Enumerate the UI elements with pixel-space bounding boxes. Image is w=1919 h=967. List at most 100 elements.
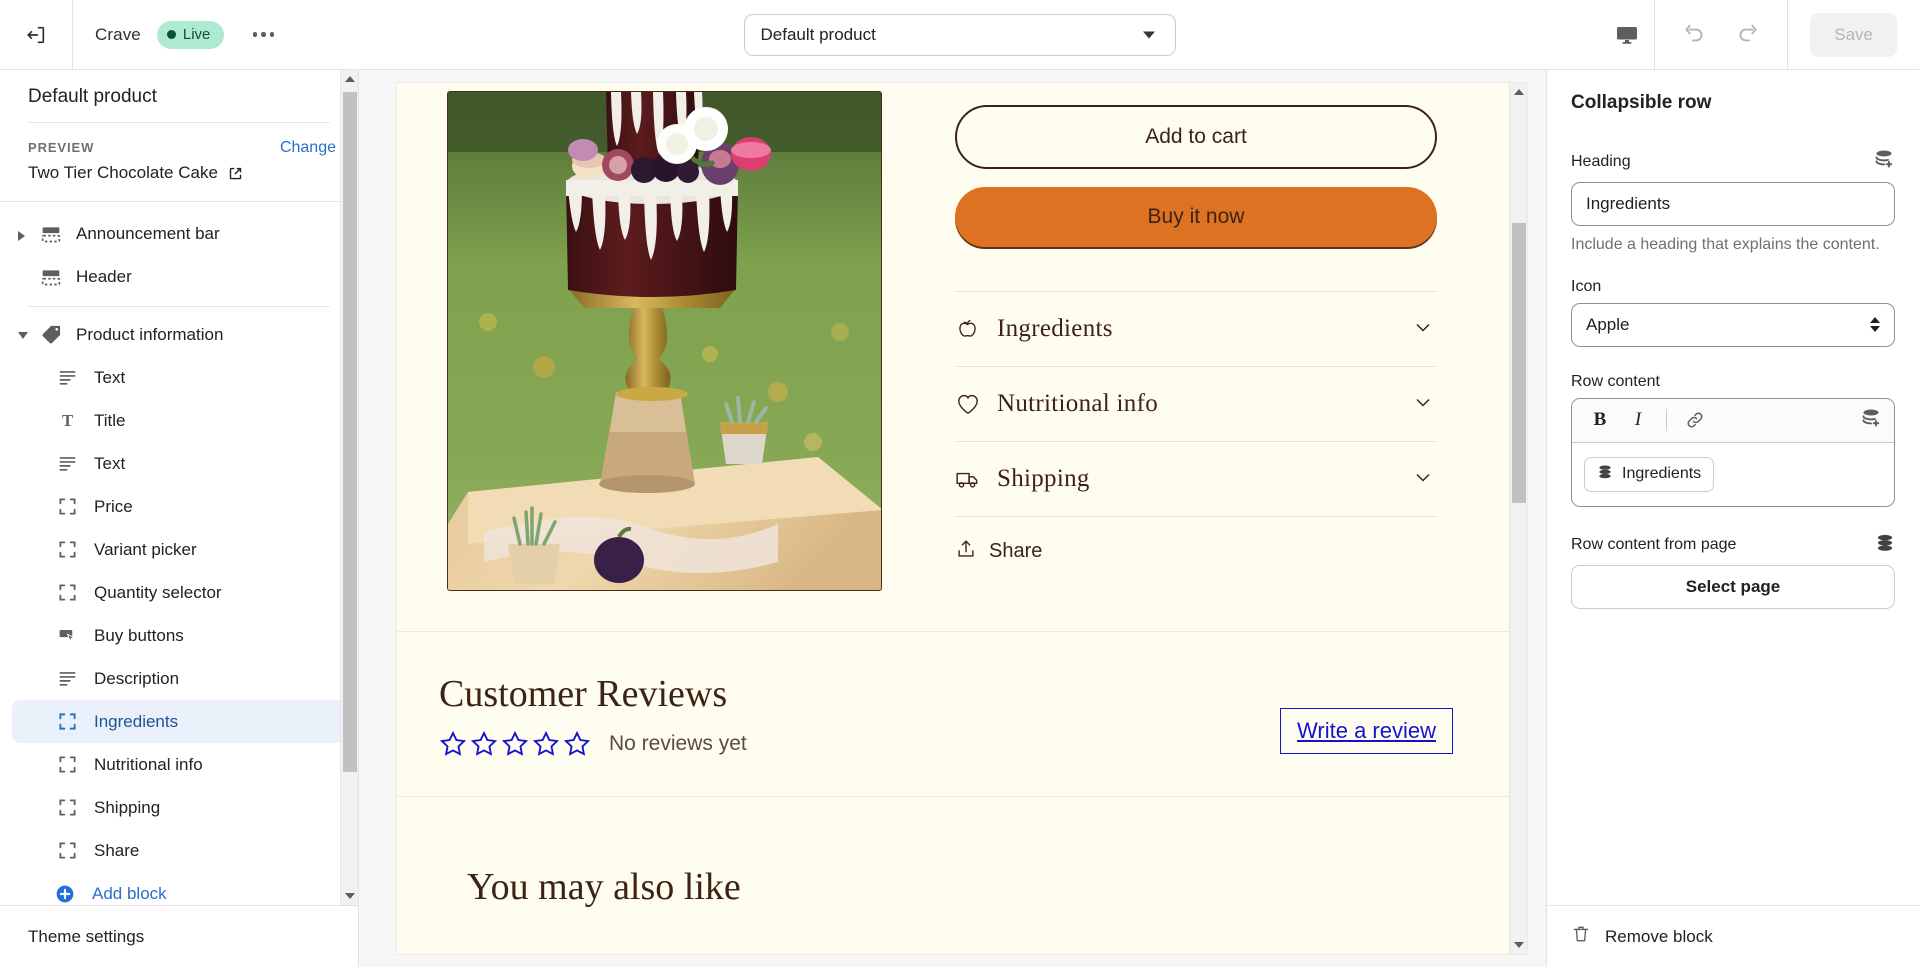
chevron-down-icon bbox=[1411, 390, 1435, 419]
sidebar-item-announcement-bar[interactable]: Announcement bar bbox=[12, 212, 346, 255]
buy-it-now-button[interactable]: Buy it now bbox=[955, 187, 1437, 247]
scroll-down-button[interactable] bbox=[1510, 936, 1527, 954]
divider bbox=[28, 306, 330, 307]
heart-icon bbox=[955, 391, 989, 417]
preview-label: PREVIEW bbox=[28, 140, 95, 155]
star-rating[interactable] bbox=[439, 730, 591, 758]
ellipsis-icon bbox=[269, 32, 275, 37]
collapsible-row-shipping[interactable]: Shipping bbox=[955, 441, 1437, 516]
write-a-review-button[interactable]: Write a review bbox=[1280, 708, 1453, 754]
chevron-down-icon bbox=[1411, 465, 1435, 494]
save-button[interactable]: Save bbox=[1810, 12, 1897, 57]
sidebar-item-wrap: Announcement bar bbox=[0, 212, 358, 255]
sidebar-item-description[interactable]: Description bbox=[12, 657, 346, 700]
add-block-button[interactable]: Add block bbox=[12, 872, 346, 905]
share-button[interactable]: Share bbox=[955, 516, 1437, 586]
settings-body: Collapsible row Heading Include a headin… bbox=[1547, 70, 1919, 905]
collapsible-row-ingredients[interactable]: Ingredients bbox=[955, 291, 1437, 366]
icon-select[interactable]: Apple bbox=[1571, 302, 1895, 347]
settings-panel-title: Collapsible row bbox=[1571, 92, 1712, 113]
device-preview-button[interactable] bbox=[1600, 0, 1654, 70]
dynamic-source-chip[interactable]: Ingredients bbox=[1584, 456, 1715, 492]
redo-icon bbox=[1739, 24, 1758, 41]
product-template-value: Default product bbox=[760, 25, 876, 44]
sidebar-item-label: Text bbox=[94, 367, 126, 387]
sidebar-item-text[interactable]: Text bbox=[12, 356, 346, 399]
undo-button[interactable] bbox=[1667, 0, 1721, 70]
section-icon bbox=[40, 266, 62, 288]
sidebar-item-shipping[interactable]: Shipping bbox=[12, 786, 346, 829]
chevron-right-icon[interactable] bbox=[18, 231, 25, 241]
select-page-button[interactable]: Select page bbox=[1571, 564, 1895, 609]
dynamic-source-add-icon[interactable] bbox=[1873, 148, 1895, 175]
two-tier-chocolate-cake-photo bbox=[448, 92, 881, 590]
top-bar: Crave Live Default product Save bbox=[0, 0, 1919, 70]
scroll-up-button[interactable] bbox=[341, 70, 358, 88]
sidebar-item-label: Ingredients bbox=[94, 711, 179, 731]
collapsible-row-label: Shipping bbox=[997, 465, 1090, 492]
bold-button[interactable]: B bbox=[1584, 404, 1616, 436]
sidebar-item-label: Quantity selector bbox=[94, 582, 222, 602]
icon-label: Icon bbox=[1571, 277, 1602, 295]
redo-button[interactable] bbox=[1721, 0, 1775, 70]
svg-text:T: T bbox=[61, 411, 72, 430]
product-image[interactable] bbox=[447, 91, 882, 591]
more-options-button[interactable] bbox=[244, 18, 282, 52]
sidebar-item-quantity-selector[interactable]: Quantity selector bbox=[12, 571, 346, 614]
block-brackets-icon bbox=[56, 711, 78, 733]
product-template-select[interactable]: Default product bbox=[743, 14, 1176, 56]
theme-settings-button[interactable]: Theme settings bbox=[0, 905, 358, 967]
storefront-preview-frame: Add to cart Buy it now Ingredients Nutri… bbox=[396, 82, 1528, 955]
dynamic-source-chip-label: Ingredients bbox=[1622, 465, 1702, 483]
sidebar-item-title[interactable]: T Title bbox=[12, 399, 346, 442]
left-sidebar: Default product PREVIEW Change Two Tier … bbox=[0, 70, 359, 967]
ellipsis-icon bbox=[252, 32, 258, 37]
preview-scrollbar[interactable] bbox=[1509, 83, 1527, 954]
exit-editor-button[interactable] bbox=[16, 15, 56, 55]
triangle-down-icon bbox=[1870, 326, 1880, 333]
title-T-icon: T bbox=[56, 410, 78, 432]
sidebar-item-wrap: Header bbox=[0, 255, 358, 298]
italic-button[interactable]: I bbox=[1622, 404, 1654, 436]
remove-block-label: Remove block bbox=[1605, 926, 1713, 946]
add-to-cart-button[interactable]: Add to cart bbox=[955, 105, 1437, 169]
template-selector-container: Default product bbox=[743, 14, 1176, 56]
sidebar-item-text[interactable]: Text bbox=[12, 442, 346, 485]
also-like-title: You may also like bbox=[467, 866, 741, 908]
undo-icon bbox=[1685, 24, 1703, 41]
block-brackets-icon bbox=[56, 797, 78, 819]
dynamic-source-icon bbox=[1597, 464, 1613, 485]
sidebar-item-buy-buttons[interactable]: Buy buttons bbox=[12, 614, 346, 657]
scrollbar-thumb[interactable] bbox=[343, 92, 357, 772]
sidebar-item-ingredients[interactable]: Ingredients bbox=[12, 700, 346, 743]
sidebar-scrollbar[interactable] bbox=[340, 70, 358, 905]
sidebar-item-share[interactable]: Share bbox=[12, 829, 346, 872]
heading-input[interactable] bbox=[1571, 182, 1895, 226]
dynamic-source-icon[interactable] bbox=[1875, 533, 1895, 558]
heading-help-text: Include a heading that explains the cont… bbox=[1571, 236, 1880, 253]
collapsible-row-nutritional-info[interactable]: Nutritional info bbox=[955, 366, 1437, 441]
scroll-up-button[interactable] bbox=[1510, 83, 1527, 101]
toolbar-divider bbox=[72, 0, 73, 70]
rte-content-area[interactable]: Ingredients bbox=[1572, 443, 1894, 506]
sidebar-item-variant-picker[interactable]: Variant picker bbox=[12, 528, 346, 571]
scrollbar-thumb[interactable] bbox=[1512, 223, 1526, 503]
remove-block-button[interactable]: Remove block bbox=[1547, 905, 1919, 967]
sidebar-item-product-information[interactable]: Product information bbox=[12, 313, 346, 356]
chevron-down-icon[interactable] bbox=[18, 332, 28, 339]
product-info-column: Add to cart Buy it now Ingredients Nutri… bbox=[887, 83, 1509, 631]
block-brackets-icon bbox=[56, 582, 78, 604]
product-main-row: Add to cart Buy it now Ingredients Nutri… bbox=[397, 83, 1509, 631]
sidebar-item-label: Title bbox=[94, 410, 126, 430]
external-link-icon[interactable] bbox=[228, 166, 243, 181]
sidebar-item-nutritional-info[interactable]: Nutritional info bbox=[12, 743, 346, 786]
sidebar-item-header[interactable]: Header bbox=[12, 255, 346, 298]
link-button[interactable] bbox=[1679, 404, 1711, 436]
add-block-label: Add block bbox=[92, 883, 167, 903]
sidebar-item-price[interactable]: Price bbox=[12, 485, 346, 528]
change-product-link[interactable]: Change bbox=[280, 139, 336, 157]
triangle-down-icon bbox=[1514, 942, 1524, 948]
star-icon bbox=[532, 730, 560, 756]
scroll-down-button[interactable] bbox=[341, 887, 358, 905]
dynamic-source-add-icon[interactable] bbox=[1860, 407, 1882, 434]
